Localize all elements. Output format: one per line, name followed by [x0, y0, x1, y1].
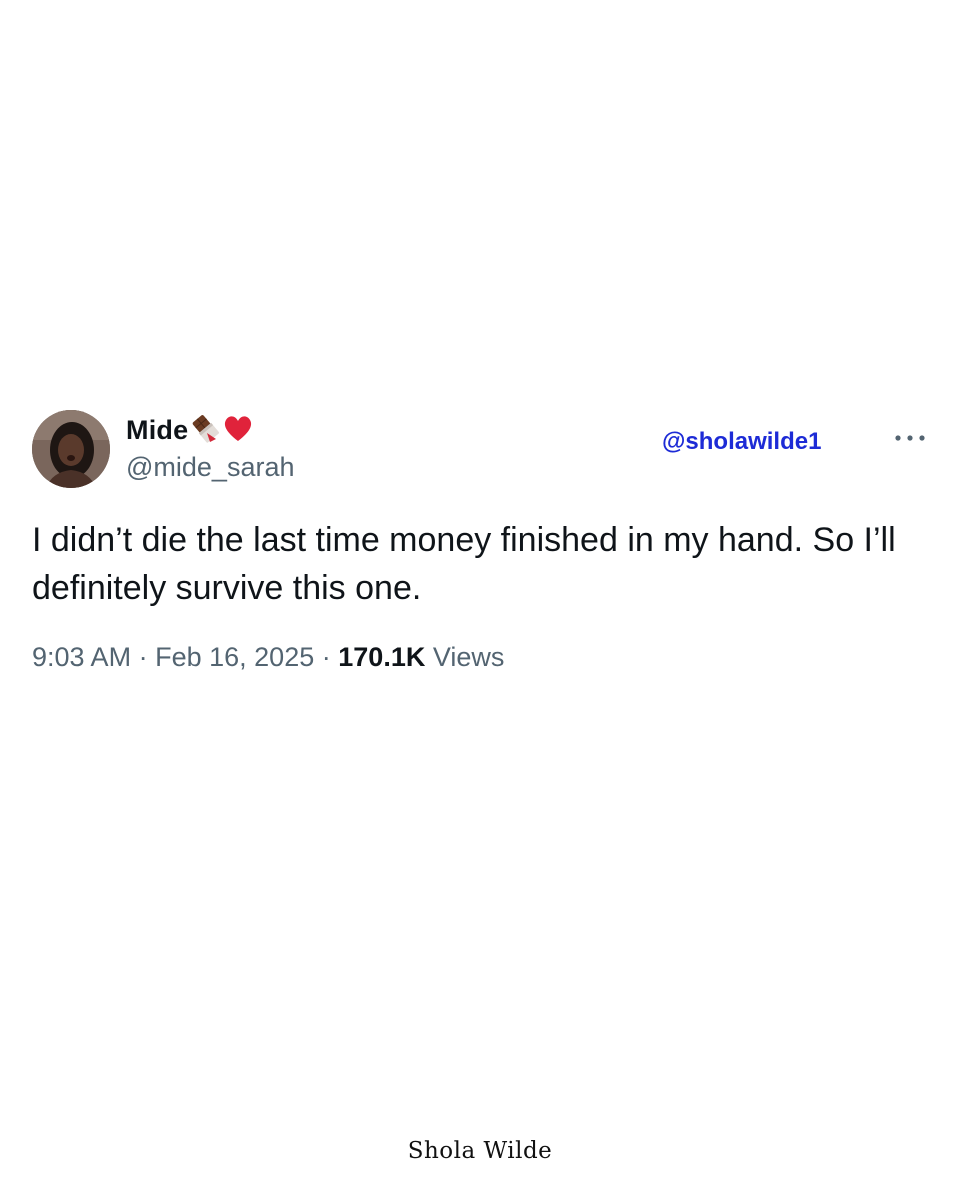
avatar-photo	[32, 410, 110, 488]
author-name-row: Mide	[126, 412, 254, 448]
views-count[interactable]: 170.1K	[338, 642, 425, 672]
meta-separator: ·	[321, 642, 331, 672]
tweet-text: I didn’t die the last time money finishe…	[32, 521, 896, 607]
red-heart-icon	[222, 413, 254, 448]
views-label: Views	[432, 642, 505, 672]
watermark-handle: @sholawilde1	[662, 428, 822, 455]
chocolate-bar-icon	[190, 413, 220, 448]
more-options-button[interactable]	[892, 426, 928, 450]
avatar[interactable]	[32, 410, 110, 488]
meta-separator: ·	[138, 642, 148, 672]
tweet-time[interactable]: 9:03 AM	[32, 642, 131, 672]
tweet-date[interactable]: Feb 16, 2025	[155, 642, 314, 672]
author-display-name[interactable]: Mide	[126, 415, 188, 446]
tweet-meta: 9:03 AM · Feb 16, 2025 · 170.1K Views	[32, 642, 504, 673]
more-horizontal-icon	[895, 435, 925, 441]
signature: Shola Wilde	[407, 1138, 553, 1164]
author-handle[interactable]: @mide_sarah	[126, 452, 295, 483]
